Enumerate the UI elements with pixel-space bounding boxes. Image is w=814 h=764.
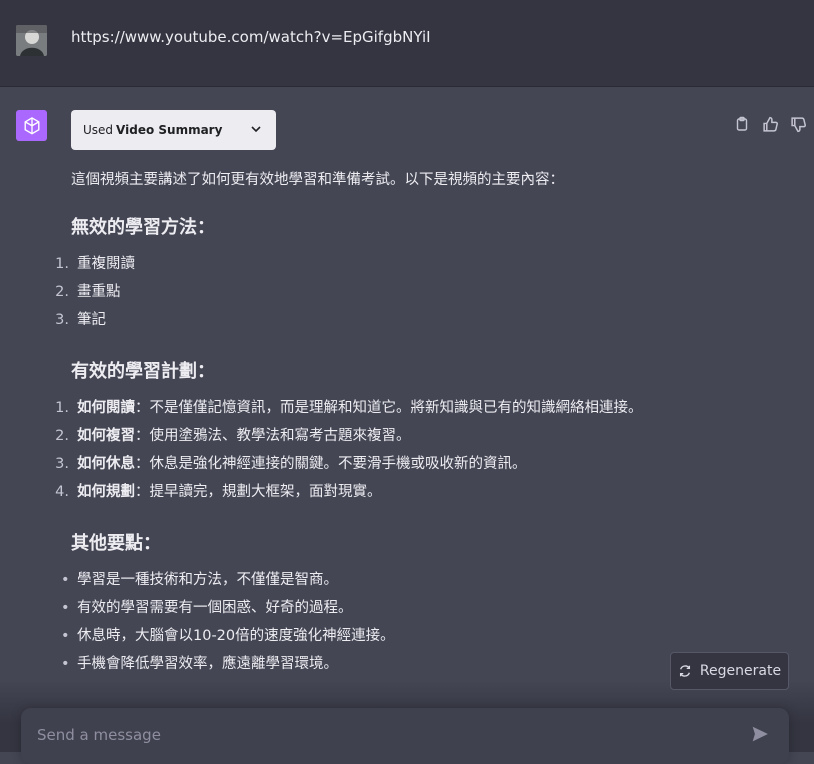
list-item: 1. 重複閱讀	[55, 256, 135, 272]
list-item: 2. 畫重點	[55, 284, 121, 300]
regenerate-button[interactable]: Regenerate	[670, 652, 789, 690]
refresh-icon	[679, 665, 690, 677]
send-icon[interactable]	[751, 725, 769, 743]
list-item: 3. 如何休息：休息是強化神經連接的關鍵。不要滑手機或吸收新的資訊。	[55, 456, 527, 472]
regenerate-label: Regenerate	[699, 663, 782, 679]
chevron-down-icon	[251, 126, 261, 133]
section-heading: 其他要點：	[71, 533, 161, 554]
list-item: • 手機會降低學習效率，應遠離學習環境。	[61, 656, 338, 672]
assistant-message: 這個視頻主要講述了如何更有效地學習和準備考試。以下是視頻的主要內容： 無效的學習…	[55, 166, 771, 672]
user-avatar	[16, 25, 47, 56]
thumbs-up-icon[interactable]	[760, 114, 780, 134]
list-item: • 學習是一種技術和方法，不僅僅是智商。	[61, 572, 338, 588]
list-item: • 休息時，大腦會以10-20倍的速度強化神經連接。	[61, 628, 395, 644]
other-points-list: • 學習是一種技術和方法，不僅僅是智商。 • 有效的學習需要有一個困惑、好奇的過程。…	[61, 566, 395, 678]
intro-paragraph: 這個視頻主要講述了如何更有效地學習和準備考試。以下是視頻的主要內容：	[71, 172, 564, 188]
user-message-row: https://www.youtube.com/watch?v=EpGifgbN…	[0, 0, 814, 87]
plugin-used-prefix: Used	[83, 123, 114, 137]
message-input-placeholder: Send a message	[37, 726, 161, 744]
message-input[interactable]: Send a message	[21, 708, 789, 764]
user-message-text: https://www.youtube.com/watch?v=EpGifgbN…	[71, 28, 431, 46]
message-actions	[732, 114, 808, 134]
section-heading: 無效的學習方法：	[71, 217, 215, 238]
section-heading: 有效的學習計劃：	[71, 361, 215, 382]
list-item: • 有效的學習需要有一個困惑、好奇的過程。	[61, 600, 353, 616]
plugin-used-chip[interactable]: Used Video Summary	[71, 110, 276, 150]
openai-logo-icon	[16, 110, 47, 141]
ineffective-methods-list: 1. 重複閱讀 2. 畫重點 3. 筆記	[55, 250, 135, 334]
list-item: 4. 如何規劃：提早讀完，規劃大框架，面對現實。	[55, 484, 382, 500]
effective-plan-list: 1. 如何閱讀：不是僅僅記憶資訊，而是理解和知道它。將新知識與已有的知識網絡相連接…	[55, 394, 643, 506]
plugin-name: Video Summary	[116, 123, 223, 137]
copy-icon[interactable]	[732, 114, 752, 134]
list-item: 3. 筆記	[55, 312, 106, 328]
list-item: 2. 如何複習：使用塗鴉法、教學法和寫考古題來複習。	[55, 428, 411, 444]
list-item: 1. 如何閱讀：不是僅僅記憶資訊，而是理解和知道它。將新知識與已有的知識網絡相連接…	[55, 400, 643, 416]
thumbs-down-icon[interactable]	[788, 114, 808, 134]
